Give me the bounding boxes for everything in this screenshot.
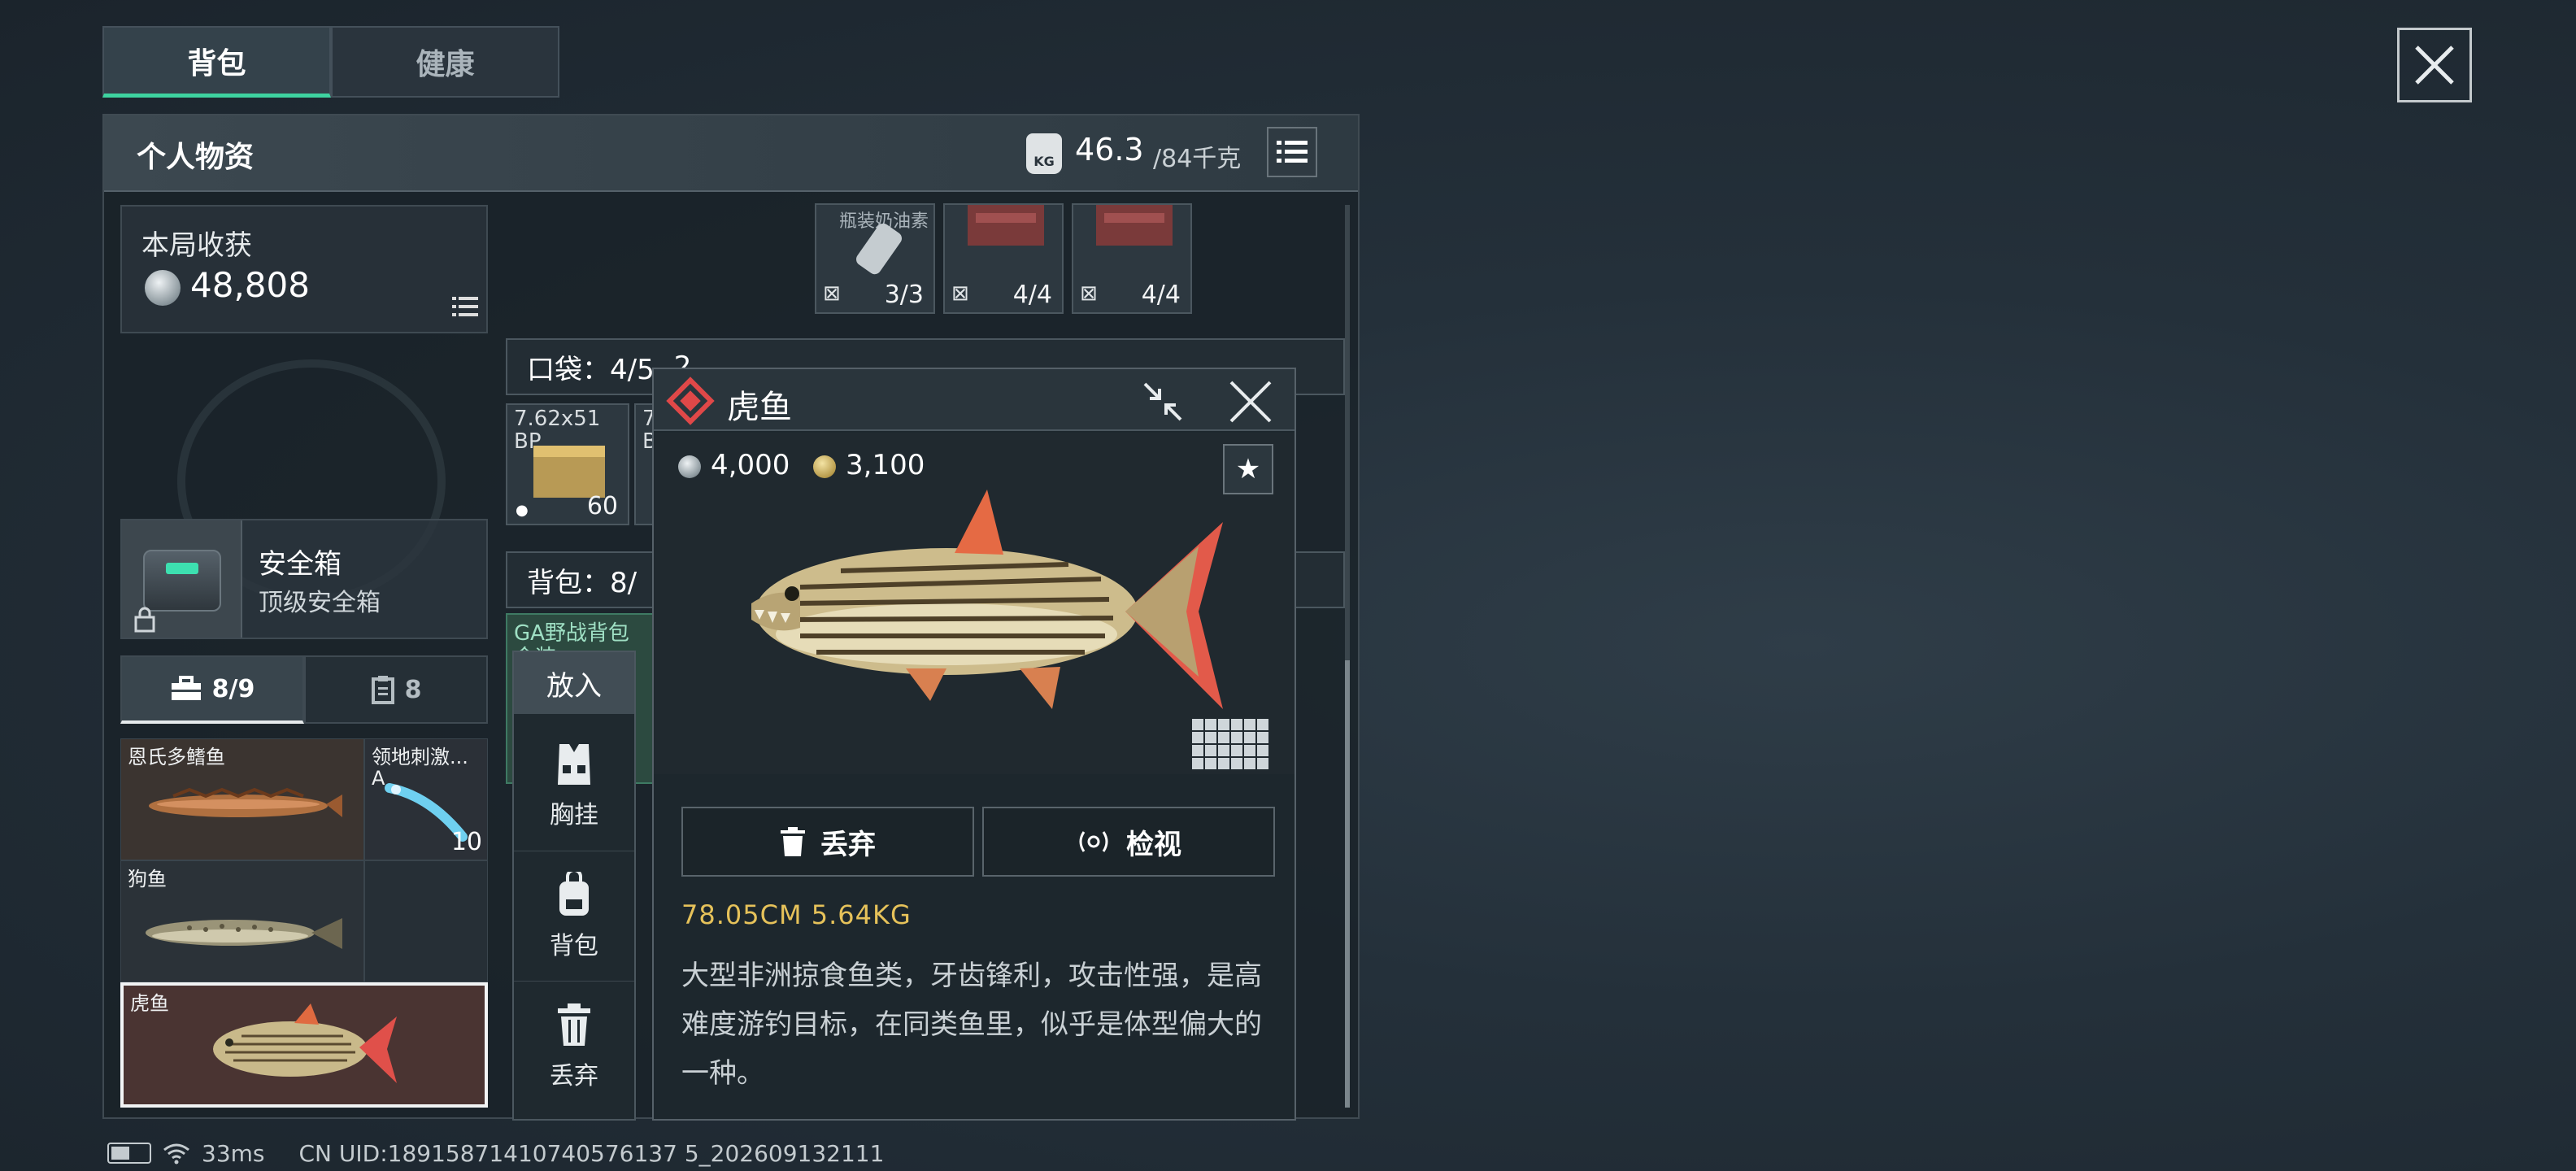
close-icon [2415,46,2454,85]
put-in-backpack-button[interactable]: 背包 [514,851,634,981]
backpack-label: 背包 [550,931,598,960]
lock-icon [133,607,156,638]
collapse-icon[interactable] [1140,379,1186,424]
discard-button[interactable]: 丢弃 [681,807,974,877]
ammo-slot[interactable]: 7.62x51 BP ● 60 [506,403,629,525]
panel-title: 个人物资 [137,141,255,174]
tab-backpack[interactable]: 背包 [102,26,331,98]
safe-box[interactable]: 安全箱 顶级安全箱 [120,519,488,639]
item-count: 3/3 [884,281,924,309]
trash-icon [558,1003,590,1046]
inspect-icon [1079,831,1108,852]
wifi-icon [163,1143,189,1164]
toolbox-count: 8/9 [211,674,255,703]
action-menu: 放入 胸挂 背包 丢弃 [512,651,636,1121]
list-item-selected[interactable]: 虎鱼 [120,982,488,1108]
tigerfish-image [751,490,1223,709]
user-uid: CN UID:18915871410740576137 5_2026091321… [298,1139,885,1167]
clipboard-icon [371,676,394,704]
panel-header: 个人物资 KG 46.3 /84千克 [104,115,1358,192]
no-insure-icon: ⊠ [951,281,969,306]
item-label: 恩氏多鳍鱼 [128,746,225,768]
vest-icon [558,744,590,785]
harvest-value: 48,808 [190,265,310,305]
red-device-icon [1096,205,1173,246]
item-label: 领地刺激... [372,746,468,768]
red-device-icon [968,205,1044,246]
list-icon [1277,141,1308,163]
harvest-list-icon[interactable] [452,296,478,317]
toolbox-icon [171,676,201,700]
detail-header: 虎鱼 [654,369,1295,431]
weight-current: 46.3 [1075,132,1144,168]
bottle-icon [856,223,902,275]
no-insure-icon: ⊠ [823,281,841,306]
pike-fish-icon [146,918,342,949]
item-detail-popup: 虎鱼 4,000 3,100 ★ 丢弃 检视 78.05CM 5.64KG 大型… [652,368,1296,1121]
close-button[interactable] [2397,28,2472,102]
list-item[interactable]: 狗鱼 [120,860,364,982]
empty-slot[interactable] [364,860,488,982]
tab-clipboard[interactable]: 8 [304,655,488,724]
tab-toolbox[interactable]: 8/9 [120,655,304,724]
grid-size-icon [1192,719,1268,769]
ammo-label: 7.62x51 [514,407,601,431]
close-icon[interactable] [1228,379,1273,424]
item-name: 虎鱼 [727,389,792,426]
item-size: 78.05CM 5.64KG [681,899,912,930]
inspect-button[interactable]: 检视 [982,807,1275,877]
item-label: 虎鱼 [130,992,169,1015]
vest-label: 胸挂 [550,801,598,829]
item-slot[interactable]: ⊠ 4/4 [1072,203,1192,314]
item-count: 10 [450,828,482,856]
favorite-button[interactable]: ★ [1223,444,1273,494]
ping-value: 33ms [202,1139,265,1167]
discard-label: 丢弃 [550,1061,598,1090]
top-tabs: 背包 健康 [102,26,559,98]
item-description: 大型非洲掠食鱼类，牙齿锋利，攻击性强，是高难度游钓目标，在同类鱼里，似乎是体型偏… [681,960,1262,1090]
dot-icon: ● [516,502,529,519]
list-item[interactable]: 领地刺激... A 10 [364,738,488,860]
inventory-panel: 个人物资 KG 46.3 /84千克 本局收获 48,808 安全箱 顶级安全箱… [102,114,1360,1121]
item-slot[interactable]: ⊠ 4/4 [943,203,1064,314]
ammo-count: 60 [586,492,618,520]
item-count: 4/4 [1141,281,1181,309]
item-count: 4/4 [1012,281,1052,309]
safe-box-name: 安全箱 [259,548,342,581]
silver-coin-icon [145,270,181,306]
price-gold: 3,100 [846,449,925,481]
battery-level [111,1147,129,1160]
no-insure-icon: ⊠ [1080,281,1098,306]
fish-grid: 恩氏多鳍鱼 领地刺激... A 10 狗鱼 虎鱼 [120,738,488,1108]
inspect-label: 检视 [1126,828,1181,861]
trash-icon [781,827,805,856]
battery-icon [107,1143,151,1164]
item-label: 狗鱼 [128,868,167,890]
container-tabs: 8/9 8 [120,655,488,724]
backpack-label: 背包：8/ [527,566,637,599]
session-harvest: 本局收获 48,808 [120,205,488,333]
clipboard-count: 8 [404,675,422,704]
list-item[interactable]: 恩氏多鳍鱼 [120,738,364,860]
weight-icon: KG [1026,133,1062,174]
item-slot[interactable]: 瓶装奶油素 ⊠ 3/3 [815,203,935,314]
gold-coin-icon [813,455,836,478]
harvest-label: 本局收获 [141,229,252,262]
backpack-icon [559,871,589,916]
silver-coin-icon [678,455,701,478]
pocket-label: 口袋：4/5 [527,353,655,386]
tigerfish-icon [213,1003,397,1083]
list-view-button[interactable] [1267,127,1317,177]
action-menu-header: 放入 [514,652,634,714]
weight-max: /84千克 [1153,145,1242,173]
put-in-vest-button[interactable]: 胸挂 [514,720,634,851]
tab-health[interactable]: 健康 [331,26,559,98]
price-silver: 4,000 [711,449,790,481]
status-bar: 33ms CN UID:18915871410740576137 5_20260… [107,1138,884,1168]
bichir-fish-icon [149,787,342,817]
safe-box-subtitle: 顶级安全箱 [259,589,381,617]
scrollbar-thumb[interactable] [1345,660,1350,1108]
discard-action-button[interactable]: 丢弃 [514,981,634,1111]
discard-label: 丢弃 [820,828,876,861]
